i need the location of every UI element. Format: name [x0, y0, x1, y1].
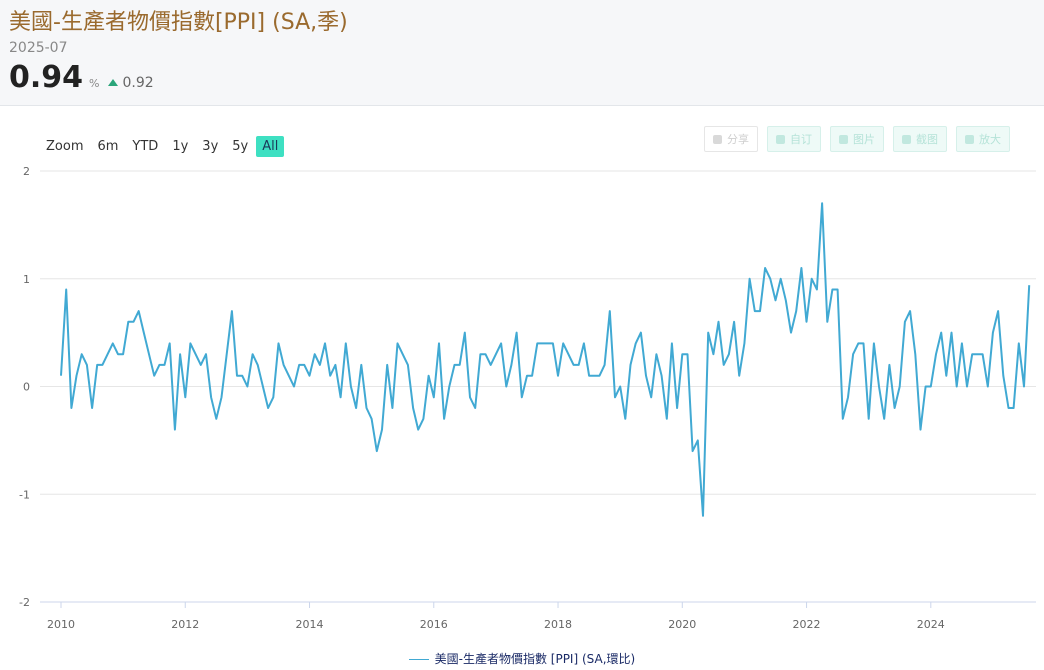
- chart-legend[interactable]: 美國-生產者物價指數 [PPI] (SA,環比): [0, 650, 1044, 667]
- ppi-line-chart: 2 1 0 -1 -2 2010 2012 2014 2016 2018 2020 2022 2024: [19, 165, 1036, 631]
- x-tick-label: 2014: [296, 618, 324, 631]
- x-tick-label: 2010: [47, 618, 75, 631]
- y-tick-label: 0: [23, 381, 30, 394]
- y-tick-label: -2: [19, 596, 30, 609]
- x-tick-label: 2016: [420, 618, 448, 631]
- legend-label: 美國-生產者物價指數 [PPI] (SA,環比): [434, 652, 636, 666]
- x-tick-label: 2022: [793, 618, 821, 631]
- x-tick-label: 2018: [544, 618, 572, 631]
- y-tick-label: 1: [23, 273, 30, 286]
- x-tick-label: 2024: [917, 618, 945, 631]
- x-tick-label: 2012: [171, 618, 199, 631]
- y-tick-label: 2: [23, 165, 30, 178]
- y-tick-label: -1: [19, 488, 30, 501]
- legend-line-icon: [408, 659, 429, 660]
- x-tick-label: 2020: [668, 618, 696, 631]
- ppi-series-line: [60, 202, 1031, 517]
